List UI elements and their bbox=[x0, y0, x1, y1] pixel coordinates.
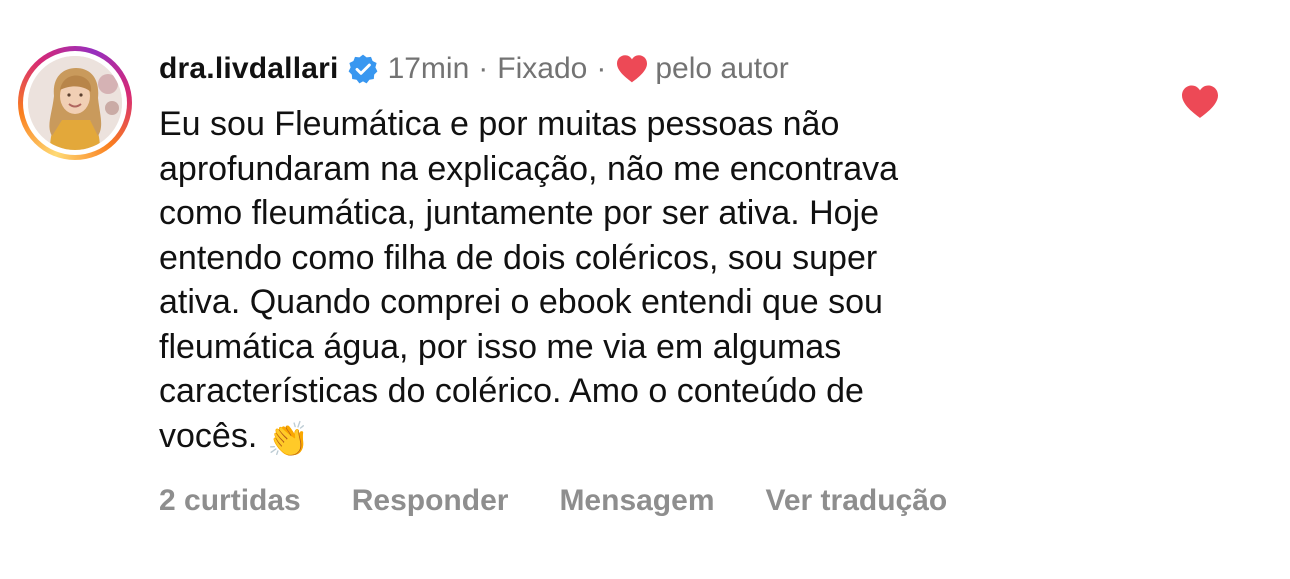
liked-by-author-label: pelo autor bbox=[655, 52, 789, 85]
username[interactable]: dra.livdallari bbox=[159, 52, 339, 86]
verified-badge-icon bbox=[348, 54, 377, 84]
avatar[interactable] bbox=[28, 56, 122, 150]
message-button[interactable]: Mensagem bbox=[559, 484, 714, 518]
comment-item: dra.livdallari 17min · Fixado · pelo aut… bbox=[0, 0, 1290, 579]
clapping-hands-emoji: 👏 bbox=[267, 420, 310, 459]
reply-button[interactable]: Responder bbox=[352, 484, 509, 518]
comment-text: Eu sou Fleumática e por muitas pessoas n… bbox=[159, 102, 1119, 458]
like-heart-icon[interactable] bbox=[1180, 84, 1220, 120]
translate-button[interactable]: Ver tradução bbox=[766, 484, 948, 518]
likes-count-button[interactable]: 2 curtidas bbox=[159, 484, 301, 518]
heart-filled-icon bbox=[617, 55, 648, 83]
separator-dot: · bbox=[478, 52, 489, 85]
comment-body: Eu sou Fleumática e por muitas pessoas n… bbox=[159, 105, 899, 455]
avatar-image bbox=[28, 56, 122, 150]
comment-header: dra.livdallari 17min · Fixado · pelo aut… bbox=[159, 46, 789, 92]
pinned-label: Fixado bbox=[497, 52, 588, 85]
comment-time: 17min bbox=[387, 52, 470, 85]
avatar-ring-gap bbox=[23, 51, 127, 155]
separator-dot: · bbox=[596, 52, 607, 85]
comment-actions: 2 curtidas Responder Mensagem Ver traduç… bbox=[159, 484, 947, 518]
avatar-story-ring[interactable] bbox=[18, 46, 132, 160]
